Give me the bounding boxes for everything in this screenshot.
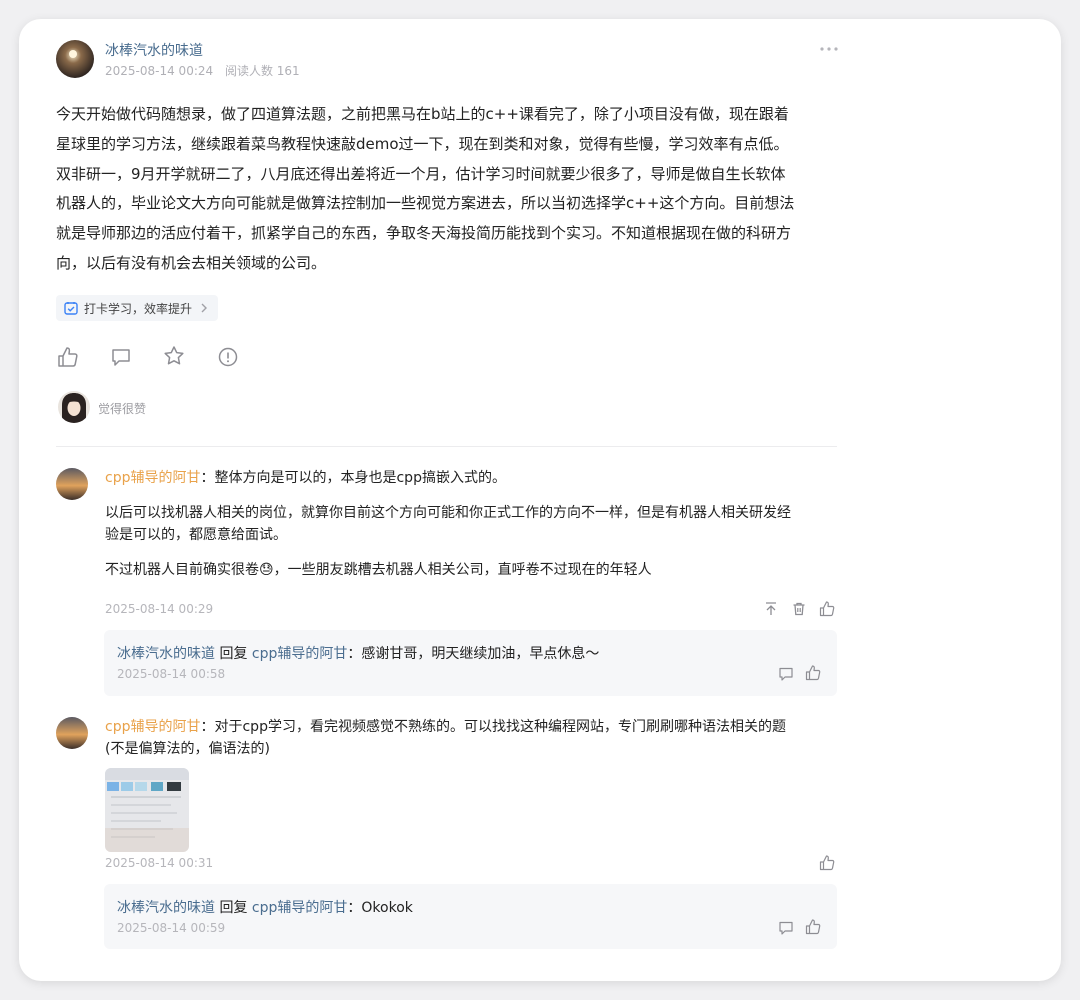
reply-target[interactable]: cpp辅导的阿甘 <box>252 900 347 916</box>
author-avatar[interactable] <box>56 40 94 78</box>
commenter-name[interactable]: cpp辅导的阿甘 <box>105 719 200 735</box>
post-author-name[interactable]: 冰棒汽水的味道 <box>105 40 203 60</box>
like-icon[interactable] <box>805 665 821 681</box>
topic-tag[interactable]: 打卡学习，效率提升 <box>56 295 219 321</box>
sweat-emoji: 😓 <box>259 562 274 578</box>
post-body-line: 星球里的学习方法，继续跟着菜鸟教程快速敲demo过一下，现在到类和对象，觉得有些… <box>56 134 789 153</box>
comment-text: 不过机器人目前确实很卷 <box>105 562 259 578</box>
star-icon[interactable] <box>163 345 185 367</box>
commenter-avatar[interactable] <box>56 468 88 500</box>
comment-1: cpp辅导的阿甘：整体方向是可以的，本身也是cpp搞嵌入式的。 以后可以找机器人… <box>105 467 791 581</box>
reply-time: 2025-08-14 00:59 <box>117 921 226 935</box>
comment-icon[interactable] <box>778 920 794 936</box>
comment-icon[interactable] <box>110 346 132 368</box>
reply-author[interactable]: 冰棒汽水的味道 <box>117 646 215 662</box>
post-body-line: 向，以后有没有机会去相关领域的公司。 <box>56 253 327 272</box>
post-body: 今天开始做代码随想录，做了四道算法题，之前把黑马在b站上的c++课看完了，除了小… <box>56 100 856 279</box>
comment-image-thumbnail[interactable] <box>105 768 189 852</box>
reply-box: 冰棒汽水的味道 回复 cpp辅导的阿甘：Okokok 2025-08-14 00… <box>104 884 837 949</box>
section-divider <box>56 446 837 447</box>
like-icon[interactable] <box>57 346 79 368</box>
comment-text: (不是偏算法的，偏语法的) <box>105 741 270 757</box>
post-time: 2025-08-14 00:24 <box>105 64 214 78</box>
reply-box: 冰棒汽水的味道 回复 cpp辅导的阿甘：感谢甘哥，明天继续加油，早点休息～ 20… <box>104 630 837 696</box>
report-icon[interactable] <box>217 346 239 368</box>
reply-content: ：Okokok <box>347 900 413 916</box>
commenter-name[interactable]: cpp辅导的阿甘 <box>105 470 200 486</box>
comment-icon[interactable] <box>778 666 794 682</box>
post-meta: 2025-08-14 00:24 阅读人数 161 <box>105 62 308 79</box>
commenter-avatar[interactable] <box>56 717 88 749</box>
post-body-line: 今天开始做代码随想录，做了四道算法题，之前把黑马在b站上的c++课看完了，除了小… <box>56 105 789 123</box>
reply-verb: 回复 <box>215 900 252 916</box>
post-body-line: 双非研一，9月开学就研二了，八月底还得出差将近一个月，估计学习时间就要少很多了，… <box>56 164 786 183</box>
post-card: 冰棒汽水的味道 2025-08-14 00:24 阅读人数 161 今天开始做代… <box>19 19 1061 981</box>
liked-by-text: 觉得很赞 <box>98 402 147 416</box>
reply-target[interactable]: cpp辅导的阿甘 <box>252 646 347 662</box>
topic-tag-label: 打卡学习，效率提升 <box>84 301 193 316</box>
comment-2: cpp辅导的阿甘：对于cpp学习，看完视频感觉不熟练的。可以找找这种编程网站，专… <box>105 716 786 760</box>
like-icon[interactable] <box>805 919 821 935</box>
like-icon[interactable] <box>819 855 835 871</box>
reply-content: ：感谢甘哥，明天继续加油，早点休息～ <box>347 646 600 662</box>
reply-text: 冰棒汽水的味道 回复 cpp辅导的阿甘：感谢甘哥，明天继续加油，早点休息～ <box>117 643 599 665</box>
reply-author[interactable]: 冰棒汽水的味道 <box>117 900 215 916</box>
reply-verb: 回复 <box>215 646 252 662</box>
comment-text: ：整体方向是可以的，本身也是cpp搞嵌入式的。 <box>200 470 506 486</box>
comment-text: ，一些朋友跳槽去机器人相关公司，直呼卷不过现在的年轻人 <box>273 562 652 578</box>
comment-time: 2025-08-14 00:29 <box>105 602 214 616</box>
post-body-line: 就是导师那边的活应付着干，抓紧学自己的东西，争取冬天海投简历能找到个实习。不知道… <box>56 224 792 243</box>
reply-text: 冰棒汽水的味道 回复 cpp辅导的阿甘：Okokok <box>117 897 413 919</box>
reply-time: 2025-08-14 00:58 <box>117 667 226 681</box>
comment-text: ：对于cpp学习，看完视频感觉不熟练的。可以找找这种编程网站，专门刷刷哪种语法相… <box>200 719 786 735</box>
calendar-check-icon <box>64 302 78 315</box>
liker-avatar[interactable] <box>58 391 90 423</box>
comment-time: 2025-08-14 00:31 <box>105 856 214 870</box>
post-read-count: 阅读人数 161 <box>224 64 300 78</box>
post-body-line: 机器人的，毕业论文大方向可能就是做算法控制加一些视觉方案进去，所以当初选择学c+… <box>56 194 795 213</box>
comment-text: 以后可以找机器人相关的岗位，就算你目前这个方向可能和你正式工作的方向不一样，但是… <box>105 505 791 521</box>
comment-text: 验是可以的，都愿意给面试。 <box>105 527 287 543</box>
like-icon[interactable] <box>819 601 835 617</box>
chevron-right-icon <box>201 303 208 313</box>
delete-icon[interactable] <box>791 601 807 617</box>
pin-top-icon[interactable] <box>763 601 779 617</box>
more-dots-icon[interactable] <box>820 46 838 52</box>
